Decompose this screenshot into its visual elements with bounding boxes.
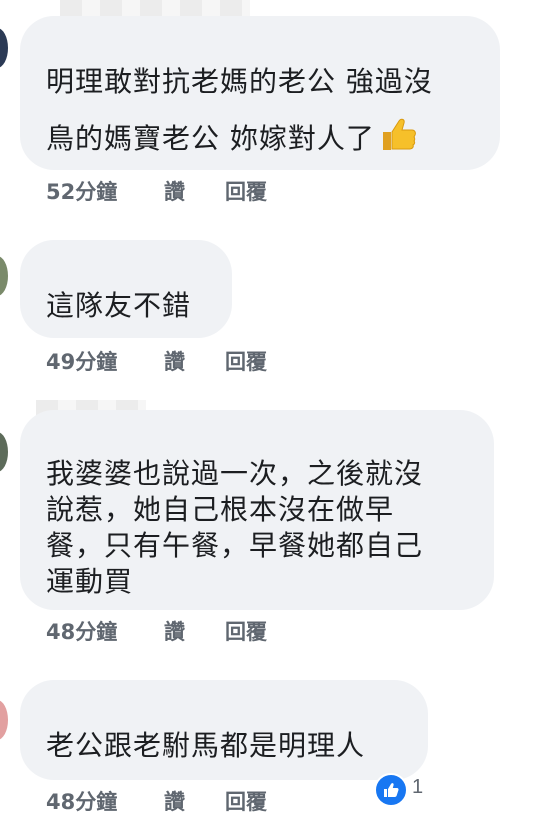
comment-text-line: 餐，只有午餐，早餐她都自己 [46, 529, 424, 562]
comment-text-line: 運動買 [46, 565, 134, 598]
comment-text-line: 我婆婆也說過一次，之後就沒 [46, 457, 424, 490]
comment-text-line-content: 鳥的媽寶老公 妳嫁對人了 [46, 122, 375, 155]
reply-button[interactable]: 回覆 [225, 348, 267, 376]
comment-text-line: 老公跟老駙馬都是明理人 [46, 729, 366, 762]
avatar[interactable] [0, 28, 8, 68]
timestamp[interactable]: 48分鐘 [46, 618, 117, 646]
reply-button[interactable]: 回覆 [225, 618, 267, 646]
like-button[interactable]: 讚 [164, 618, 185, 646]
timestamp[interactable]: 49分鐘 [46, 348, 117, 376]
like-button[interactable]: 讚 [164, 348, 185, 376]
like-button[interactable]: 讚 [164, 178, 185, 206]
reply-button[interactable]: 回覆 [225, 178, 267, 206]
like-icon [374, 773, 408, 807]
timestamp[interactable]: 52分鐘 [46, 178, 117, 206]
like-button[interactable]: 讚 [164, 788, 185, 816]
comment-text-line: 說惹，她自己根本沒在做早 [46, 493, 395, 526]
avatar[interactable] [0, 700, 8, 740]
avatar[interactable] [0, 256, 8, 296]
reaction-count: 1 [412, 776, 424, 798]
top-blurred-strip [60, 0, 250, 16]
comment-text-line: 明理敢對抗老媽的老公 強過沒 [46, 65, 433, 98]
reply-button[interactable]: 回覆 [225, 788, 267, 816]
timestamp[interactable]: 48分鐘 [46, 788, 117, 816]
comment-text-line: 這隊友不錯 [46, 289, 192, 322]
thumbs-up-emoji-icon [379, 116, 417, 163]
comment-text-line: 鳥的媽寶老公 妳嫁對人了 [46, 116, 417, 163]
reaction-summary[interactable]: 1 [374, 773, 424, 807]
avatar[interactable] [0, 432, 8, 472]
